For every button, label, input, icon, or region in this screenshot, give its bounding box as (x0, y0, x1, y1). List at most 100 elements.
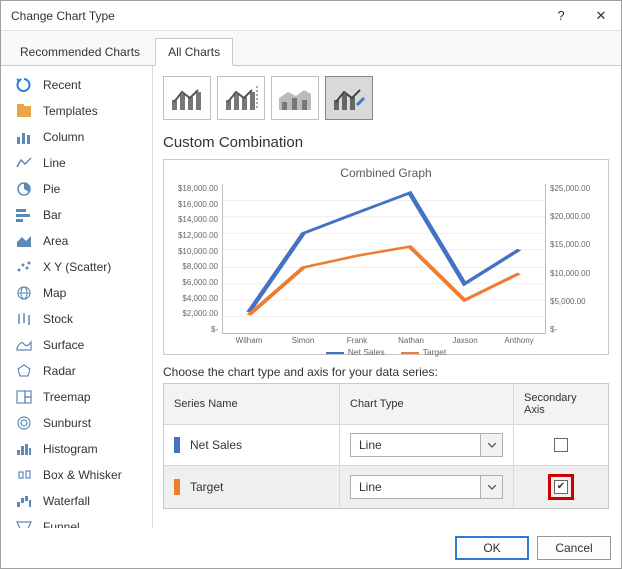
sidebar-item-label: Radar (43, 364, 76, 378)
sidebar-item-histogram[interactable]: Histogram (1, 436, 152, 462)
subtype-clustered-column-line[interactable] (163, 76, 211, 120)
x-axis: Wilham Simon Frank Nathan Jaxson Anthony (222, 336, 546, 345)
header-series-name: Series Name (164, 384, 340, 424)
chevron-down-icon (480, 476, 502, 498)
select-value: Line (351, 438, 480, 452)
legend-item-net-sales: Net Sales (326, 347, 385, 357)
section-title: Custom Combination (163, 134, 609, 151)
series-type-cell: Line (340, 425, 514, 465)
series-instruction: Choose the chart type and axis for your … (163, 365, 609, 379)
dialog-footer: OK Cancel (1, 528, 621, 568)
series-name-cell: Net Sales (164, 425, 340, 465)
area-icon (15, 233, 33, 249)
series-name-label: Net Sales (190, 438, 242, 452)
series-grid-header: Series Name Chart Type Secondary Axis (164, 384, 608, 425)
series-name-cell: Target (164, 466, 340, 508)
subtype-stacked-area-column[interactable] (271, 76, 319, 120)
sidebar-item-treemap[interactable]: Treemap (1, 384, 152, 410)
sidebar-item-box-whisker[interactable]: Box & Whisker (1, 462, 152, 488)
main-area: Recent Templates Column Line Pie Bar (1, 66, 621, 528)
chart-type-select-target[interactable]: Line (350, 475, 503, 499)
sidebar-item-label: Column (43, 130, 84, 144)
sidebar-item-label: Treemap (43, 390, 91, 404)
sidebar-item-stock[interactable]: Stock (1, 306, 152, 332)
surface-icon (15, 337, 33, 353)
subtype-clustered-column-line-secondary[interactable] (217, 76, 265, 120)
ok-button[interactable]: OK (455, 536, 529, 560)
legend: Net Sales Target (172, 347, 600, 357)
chart-title: Combined Graph (172, 166, 600, 180)
sidebar-item-column[interactable]: Column (1, 124, 152, 150)
subtype-custom-combination[interactable] (325, 76, 373, 120)
radar-icon (15, 363, 33, 379)
sidebar-item-label: Stock (43, 312, 73, 326)
chart-body: $18,000.00 $16,000.00 $14,000.00 $12,000… (172, 184, 600, 334)
funnel-icon (15, 519, 33, 528)
header-chart-type: Chart Type (340, 384, 514, 424)
series-row-target: Target Line ✔ (164, 466, 608, 508)
sidebar-item-label: Box & Whisker (43, 468, 122, 482)
dialog-title: Change Chart Type (11, 9, 541, 23)
secondary-axis-checkbox-target[interactable]: ✔ (554, 480, 568, 494)
series-name-label: Target (190, 480, 223, 494)
line-icon (15, 155, 33, 171)
sidebar-item-label: Histogram (43, 442, 98, 456)
plot-area (222, 184, 546, 334)
templates-icon (15, 103, 33, 119)
pie-icon (15, 181, 33, 197)
content-panel: Custom Combination Combined Graph $18,00… (153, 66, 621, 528)
chart-type-select-net-sales[interactable]: Line (350, 433, 503, 457)
sidebar-item-pie[interactable]: Pie (1, 176, 152, 202)
sidebar-item-sunburst[interactable]: Sunburst (1, 410, 152, 436)
help-button[interactable]: ? (541, 1, 581, 31)
series-color-swatch (174, 437, 180, 453)
y-axis-right: $25,000.00 $20,000.00 $15,000.00 $10,000… (546, 184, 600, 334)
sidebar-item-label: Templates (43, 104, 98, 118)
change-chart-type-dialog: Change Chart Type ? ✕ Recommended Charts… (0, 0, 622, 569)
series-row-net-sales: Net Sales Line (164, 425, 608, 466)
tab-recommended-charts[interactable]: Recommended Charts (7, 38, 153, 66)
box-whisker-icon (15, 467, 33, 483)
treemap-icon (15, 389, 33, 405)
sidebar-item-label: Waterfall (43, 494, 90, 508)
tabstrip: Recommended Charts All Charts (1, 31, 621, 66)
sidebar-item-surface[interactable]: Surface (1, 332, 152, 358)
series-axis-cell (514, 425, 608, 465)
cancel-button[interactable]: Cancel (537, 536, 611, 560)
highlight-box: ✔ (548, 474, 574, 500)
series-type-cell: Line (340, 466, 514, 508)
tab-all-charts[interactable]: All Charts (155, 38, 233, 66)
sidebar-item-waterfall[interactable]: Waterfall (1, 488, 152, 514)
series-grid: Series Name Chart Type Secondary Axis Ne… (163, 383, 609, 509)
sidebar-item-map[interactable]: Map (1, 280, 152, 306)
sunburst-icon (15, 415, 33, 431)
legend-item-target: Target (401, 347, 447, 357)
sidebar-item-label: Funnel (43, 520, 80, 528)
histogram-icon (15, 441, 33, 457)
sidebar-item-funnel[interactable]: Funnel (1, 514, 152, 528)
scatter-icon (15, 259, 33, 275)
close-button[interactable]: ✕ (581, 1, 621, 31)
series-color-swatch (174, 479, 180, 495)
sidebar-item-area[interactable]: Area (1, 228, 152, 254)
sidebar-item-label: Recent (43, 78, 81, 92)
sidebar-item-label: Surface (43, 338, 84, 352)
series-axis-cell: ✔ (514, 466, 608, 508)
column-icon (15, 129, 33, 145)
sidebar-item-label: Line (43, 156, 66, 170)
sidebar-item-scatter[interactable]: X Y (Scatter) (1, 254, 152, 280)
waterfall-icon (15, 493, 33, 509)
stock-icon (15, 311, 33, 327)
sidebar-item-label: Bar (43, 208, 62, 222)
sidebar-item-label: Sunburst (43, 416, 91, 430)
chevron-down-icon (480, 434, 502, 456)
sidebar-item-bar[interactable]: Bar (1, 202, 152, 228)
chart-preview[interactable]: Combined Graph $18,000.00 $16,000.00 $14… (163, 159, 609, 355)
sidebar-item-label: X Y (Scatter) (43, 260, 111, 274)
sidebar-item-templates[interactable]: Templates (1, 98, 152, 124)
sidebar-item-recent[interactable]: Recent (1, 72, 152, 98)
secondary-axis-checkbox-net-sales[interactable] (554, 438, 568, 452)
sidebar-item-label: Pie (43, 182, 60, 196)
sidebar-item-radar[interactable]: Radar (1, 358, 152, 384)
sidebar-item-line[interactable]: Line (1, 150, 152, 176)
